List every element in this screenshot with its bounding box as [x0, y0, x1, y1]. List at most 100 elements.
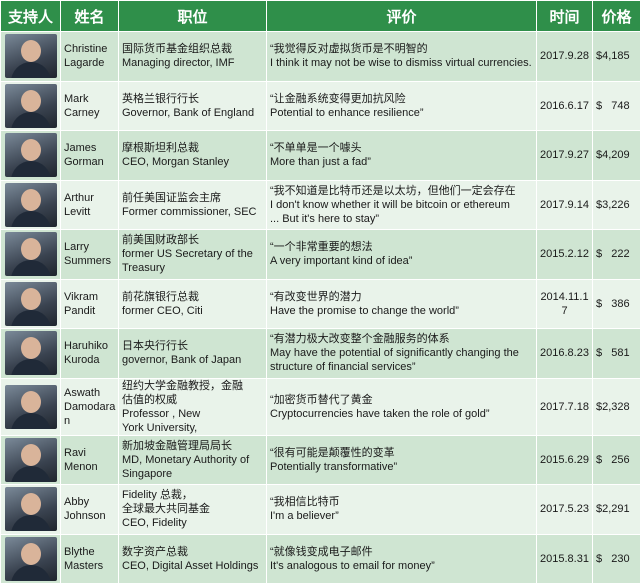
date-cell: 2015.8.31: [537, 534, 593, 584]
avatar: [5, 385, 57, 429]
quote-en-line: Potential to enhance resilience”: [270, 106, 533, 120]
position-en-line: CEO, Fidelity: [122, 516, 263, 530]
avatar-head: [21, 391, 41, 413]
date-line: 2015.2.12: [540, 247, 589, 261]
quote-en-line: I'm a believer”: [270, 509, 533, 523]
position-en-line: Treasury: [122, 261, 263, 275]
date-cell: 2017.7.18: [537, 378, 593, 435]
avatar-head: [21, 90, 41, 112]
position-en-line: Governor, Bank of England: [122, 106, 263, 120]
header-supporter: 支持人: [1, 1, 61, 32]
position-cell: 数字资产总裁CEO, Digital Asset Holdings: [119, 534, 267, 584]
quote-en-line: ... But it's here to stay”: [270, 212, 533, 226]
quote-cell: “不单单是一个噱头More than just a fad”: [267, 131, 537, 181]
position-cn-line: 日本央行行长: [122, 339, 263, 353]
quote-cn-line: “不单单是一个噱头: [270, 141, 533, 155]
date-line: 2017.7.18: [540, 400, 589, 414]
price-cell: $ 230: [593, 534, 640, 584]
header-name: 姓名: [61, 1, 119, 32]
header-position: 职位: [119, 1, 267, 32]
date-cell: 2016.8.23: [537, 329, 593, 379]
date-line: 2016.8.23: [540, 346, 589, 360]
avatar-torso: [11, 211, 51, 227]
photo-cell: [1, 378, 61, 435]
photo-cell: [1, 329, 61, 379]
position-en-line: CEO, Digital Asset Holdings: [122, 559, 263, 573]
quote-cell: “就像钱变成电子邮件It's analogous to email for mo…: [267, 534, 537, 584]
name-line: Carney: [64, 106, 115, 120]
person-name: RaviMenon: [61, 435, 119, 485]
position-cn-line: 前花旗银行总裁: [122, 290, 263, 304]
person-name: LarrySummers: [61, 230, 119, 280]
price-cell: $2,328: [593, 378, 640, 435]
position-cell: 前任美国证监会主席Former commissioner, SEC: [119, 180, 267, 230]
avatar-torso: [11, 413, 51, 429]
position-cn-line: 前美国财政部长: [122, 233, 263, 247]
avatar-head: [21, 543, 41, 565]
quote-cell: “很有可能是颠覆性的变革Potentially transformative”: [267, 435, 537, 485]
date-cell: 2015.2.12: [537, 230, 593, 280]
quote-cell: “让金融系统变得更加抗风险Potential to enhance resili…: [267, 81, 537, 131]
person-name: JamesGorman: [61, 131, 119, 181]
avatar-head: [21, 493, 41, 515]
name-line: Blythe: [64, 545, 115, 559]
position-en-line: MD, Monetary Authority of: [122, 453, 263, 467]
quote-en-line: Have the promise to change the world”: [270, 304, 533, 318]
name-line: n: [64, 414, 115, 428]
person-name: VikramPandit: [61, 279, 119, 329]
position-cn-line: 英格兰银行行长: [122, 92, 263, 106]
photo-cell: [1, 32, 61, 82]
position-cell: 国际货币基金组织总裁Managing director, IMF: [119, 32, 267, 82]
date-cell: 2016.6.17: [537, 81, 593, 131]
quote-en-line: I don't know whether it will be bitcoin …: [270, 198, 533, 212]
person-name: AbbyJohnson: [61, 485, 119, 535]
name-line: Kuroda: [64, 353, 115, 367]
date-cell: 2015.6.29: [537, 435, 593, 485]
avatar: [5, 34, 57, 78]
table-row: JamesGorman摩根斯坦利总裁CEO, Morgan Stanley“不单…: [1, 131, 640, 181]
quote-en-line: More than just a fad”: [270, 155, 533, 169]
table-row: LarrySummers前美国财政部长former US Secretary o…: [1, 230, 640, 280]
date-cell: 2014.11.17: [537, 279, 593, 329]
name-line: Lagarde: [64, 56, 115, 70]
position-en-line: York University,: [122, 421, 263, 435]
name-line: Mark: [64, 92, 115, 106]
avatar-torso: [11, 112, 51, 128]
avatar: [5, 438, 57, 482]
quote-cn-line: “让金融系统变得更加抗风险: [270, 92, 533, 106]
date-cell: 2017.9.14: [537, 180, 593, 230]
avatar: [5, 183, 57, 227]
table-row: ChristineLagarde国际货币基金组织总裁Managing direc…: [1, 32, 640, 82]
price-cell: $4,185: [593, 32, 640, 82]
avatar-torso: [11, 515, 51, 531]
name-line: Haruhiko: [64, 339, 115, 353]
name-line: James: [64, 141, 115, 155]
quote-en-line: May have the potential of significantly …: [270, 346, 533, 360]
avatar: [5, 133, 57, 177]
avatar-torso: [11, 565, 51, 581]
price-cell: $ 256: [593, 435, 640, 485]
position-cn-line: 摩根斯坦利总裁: [122, 141, 263, 155]
name-line: Gorman: [64, 155, 115, 169]
name-line: Abby: [64, 495, 115, 509]
date-line: 2015.8.31: [540, 552, 589, 566]
person-name: MarkCarney: [61, 81, 119, 131]
name-line: Ravi: [64, 446, 115, 460]
table-row: AswathDamodaran纽约大学金融教授，金融估值的权威Professor…: [1, 378, 640, 435]
avatar-head: [21, 40, 41, 62]
photo-cell: [1, 180, 61, 230]
table-row: MarkCarney英格兰银行行长Governor, Bank of Engla…: [1, 81, 640, 131]
position-en-line: former CEO, Citi: [122, 304, 263, 318]
price-cell: $4,209: [593, 131, 640, 181]
avatar: [5, 487, 57, 531]
avatar-head: [21, 444, 41, 466]
photo-cell: [1, 485, 61, 535]
quote-en-line: structure of financial services”: [270, 360, 533, 374]
position-cn-line: 前任美国证监会主席: [122, 191, 263, 205]
avatar-torso: [11, 359, 51, 375]
table-row: ArthurLevitt前任美国证监会主席Former commissioner…: [1, 180, 640, 230]
header-price: 价格: [593, 1, 640, 32]
name-line: Larry: [64, 240, 115, 254]
avatar-torso: [11, 310, 51, 326]
name-line: Levitt: [64, 205, 115, 219]
